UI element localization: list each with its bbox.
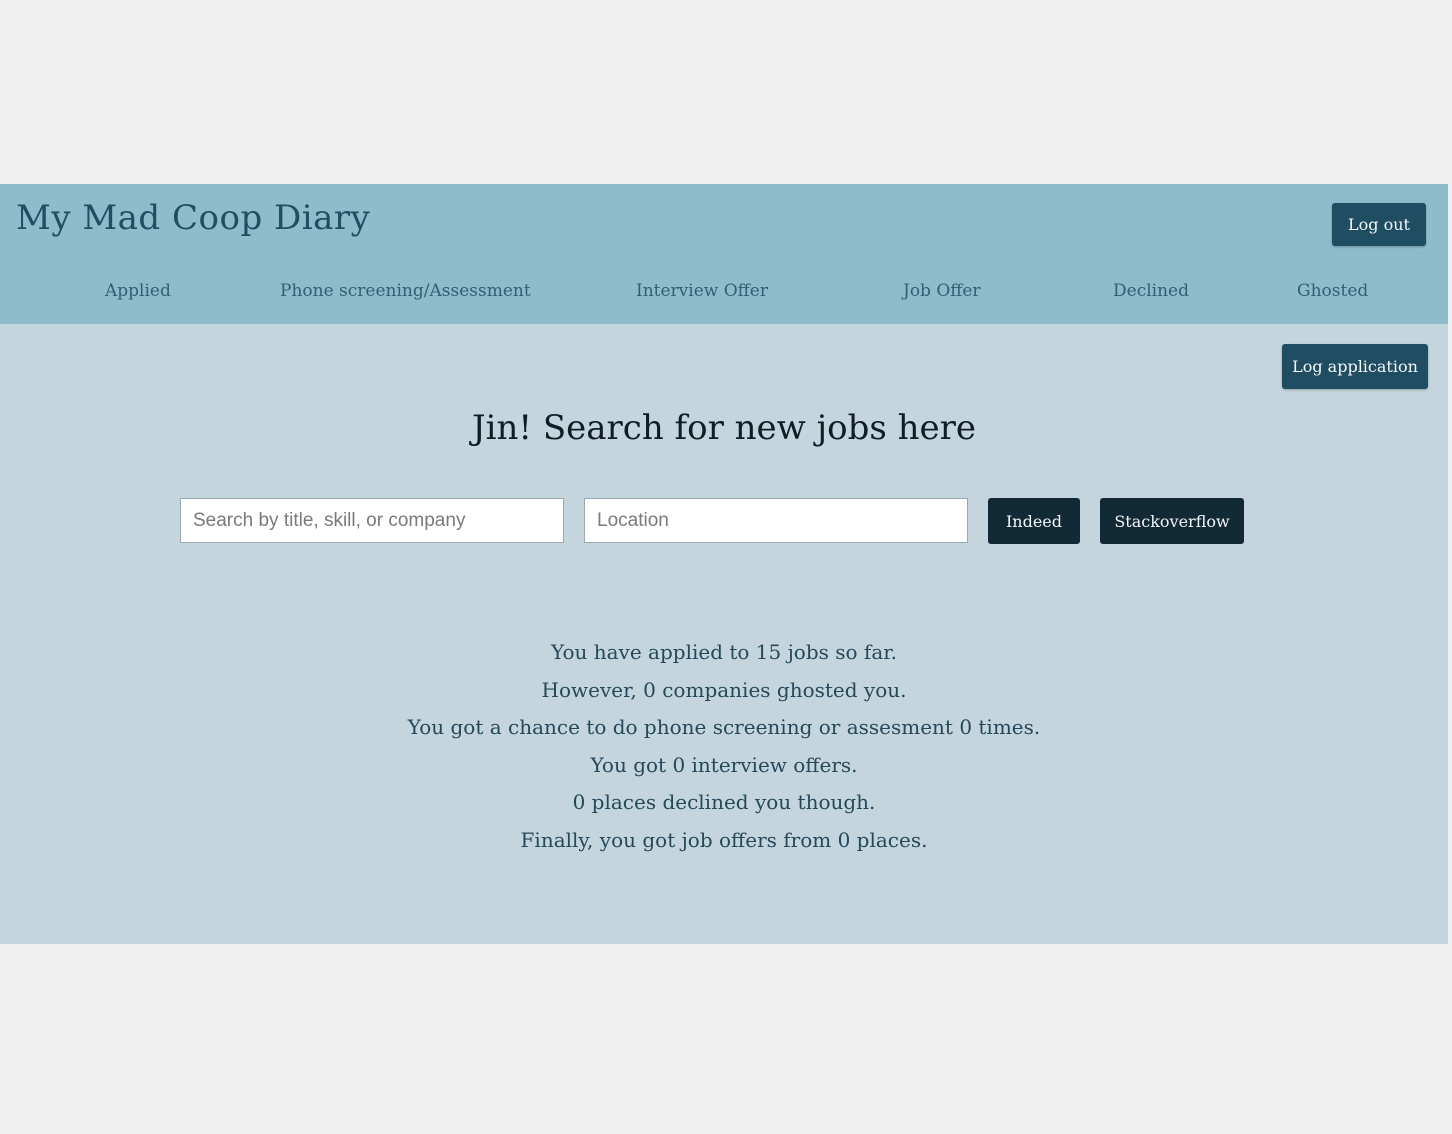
page-title: Jin! Search for new jobs here bbox=[471, 408, 977, 448]
app-container: My Mad Coop Diary Log out Applied Phone … bbox=[0, 184, 1448, 944]
stats-summary: You have applied to 15 jobs so far. Howe… bbox=[0, 634, 1448, 859]
nav-item-declined[interactable]: Declined bbox=[1113, 281, 1189, 301]
nav-item-phone-screening[interactable]: Phone screening/Assessment bbox=[280, 281, 531, 301]
stat-interview-offers: You got 0 interview offers. bbox=[590, 752, 858, 777]
indeed-search-button[interactable]: Indeed bbox=[988, 498, 1080, 544]
log-application-button[interactable]: Log application bbox=[1282, 344, 1428, 389]
stat-job-offers: Finally, you got job offers from 0 place… bbox=[520, 827, 928, 852]
logout-button[interactable]: Log out bbox=[1332, 203, 1426, 246]
nav-bar: Applied Phone screening/Assessment Inter… bbox=[0, 281, 1448, 311]
nav-item-job-offer[interactable]: Job Offer bbox=[903, 281, 981, 301]
nav-item-interview-offer[interactable]: Interview Offer bbox=[636, 281, 768, 301]
header: My Mad Coop Diary Log out Applied Phone … bbox=[0, 184, 1448, 324]
location-input[interactable] bbox=[584, 498, 968, 543]
nav-item-applied[interactable]: Applied bbox=[105, 281, 171, 301]
nav-item-ghosted[interactable]: Ghosted bbox=[1297, 281, 1368, 301]
browser-frame: My Mad Coop Diary Log out Applied Phone … bbox=[0, 0, 1452, 1134]
stat-ghosted: However, 0 companies ghosted you. bbox=[541, 677, 907, 702]
stackoverflow-search-button[interactable]: Stackoverflow bbox=[1100, 498, 1244, 544]
stat-applied: You have applied to 15 jobs so far. bbox=[551, 640, 897, 664]
brand-title: My Mad Coop Diary bbox=[16, 198, 371, 238]
stat-declined: 0 places declined you though. bbox=[572, 790, 876, 814]
stat-phone-screening: You got a chance to do phone screening o… bbox=[407, 715, 1041, 739]
search-input[interactable] bbox=[180, 498, 564, 543]
